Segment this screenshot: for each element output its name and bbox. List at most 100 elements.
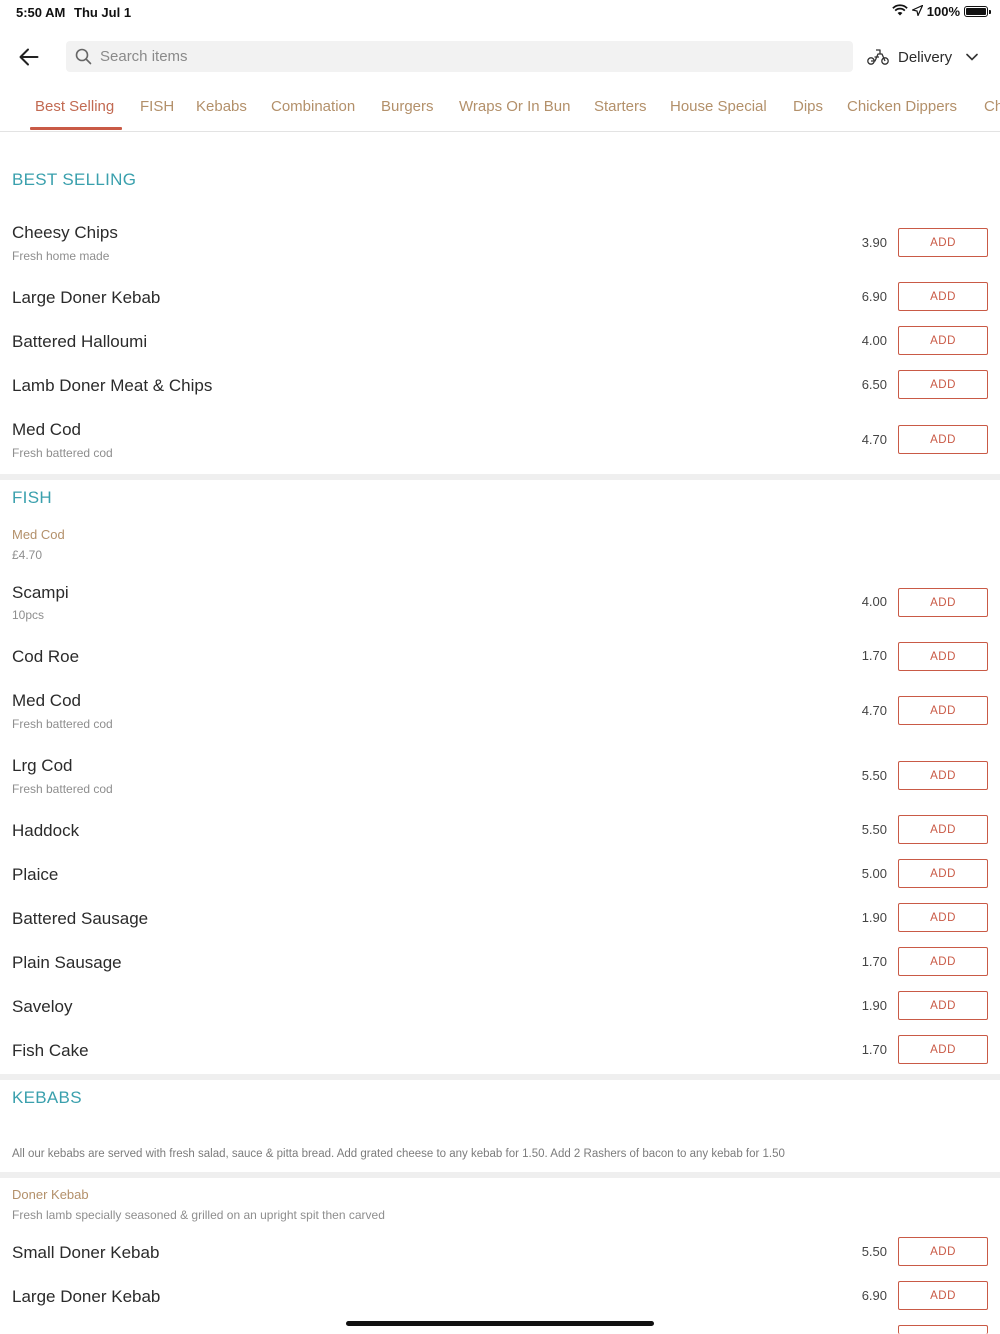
add-button[interactable]: ADD [898,761,988,790]
battery-icon [964,6,991,17]
add-button[interactable]: ADD [898,326,988,355]
section-title-fish: FISH [12,488,52,507]
subcategory-desc: Fresh lamb specially seasoned & grilled … [12,1208,385,1222]
tab-kebabs[interactable]: Kebabs [196,98,247,115]
active-tab-indicator [30,127,122,130]
add-button[interactable]: ADD [898,370,988,399]
item-name: Haddock [12,821,80,840]
back-button[interactable] [14,42,44,72]
section-divider [0,474,1000,480]
battery-percent: 100% [926,4,960,19]
search-input[interactable] [98,47,802,66]
item-name: Fish Cake [12,1041,89,1060]
item-price: 4.70 [861,703,887,718]
item-price: 1.90 [861,910,887,925]
item-price: 1.70 [861,1042,887,1057]
add-button[interactable]: ADD [898,1281,988,1310]
subcategory-title: Doner Kebab [12,1187,89,1202]
tab-burgers[interactable]: Burgers [381,98,434,115]
add-button[interactable]: ADD [898,991,988,1020]
item-name: Large Doner Kebab [12,288,161,307]
item-name: Battered Sausage [12,909,149,928]
section-title-kebabs: KEBABS [12,1088,82,1107]
item-price: 4.70 [861,432,887,447]
delivery-label: Delivery [898,48,953,66]
item-price: 4.00 [861,594,887,609]
item-name: Lrg Cod [12,756,73,775]
tab-starters[interactable]: Starters [594,98,647,115]
wifi-icon [892,4,908,19]
search-icon [75,48,92,65]
status-time: 5:50 AM [16,5,66,20]
item-price: 4.00 [861,333,887,348]
item-desc: Fresh battered cod [12,782,113,796]
item-name: Scampi [12,583,69,602]
featured-item-price: £4.70 [12,548,43,562]
tab-combination[interactable]: Combination [271,98,355,115]
item-desc: 10pcs [12,608,45,622]
item-price: 5.50 [861,822,887,837]
item-name: Large Doner Kebab [12,1287,161,1306]
tab-dips[interactable]: Dips [793,98,823,115]
item-name: Small Doner Kebab [12,1243,160,1262]
add-button[interactable]: ADD [898,1035,988,1064]
add-button[interactable]: ADD [898,1237,988,1266]
add-button[interactable]: ADD [898,228,988,257]
search-bar[interactable] [66,41,853,72]
add-button[interactable]: ADD [898,425,988,454]
section-divider [0,1172,1000,1178]
item-price: 6.50 [861,377,887,392]
tab-partial[interactable]: Ch [984,98,1000,115]
add-button[interactable]: ADD [898,696,988,725]
add-button[interactable]: ADD [898,947,988,976]
add-button[interactable]: ADD [898,588,988,617]
status-bar: 5:50 AM Thu Jul 1 100% [0,0,1000,26]
item-desc: Fresh home made [12,249,110,263]
category-tabs: Best Selling FISH Kebabs Combination Bur… [0,90,1000,132]
tab-house-special[interactable]: House Special [670,98,767,115]
item-name: Med Cod [12,420,81,439]
home-indicator [346,1321,654,1326]
delivery-selector[interactable]: Delivery [866,42,978,72]
add-button[interactable]: ADD [898,282,988,311]
item-price: 6.90 [861,1288,887,1303]
top-bar: Delivery [0,36,1000,76]
item-name: Saveloy [12,997,73,1016]
item-price: 5.50 [861,1244,887,1259]
add-button-partial[interactable] [898,1325,988,1334]
item-price: 5.00 [861,866,887,881]
item-name: Plaice [12,865,59,884]
section-divider [0,1074,1000,1080]
add-button[interactable]: ADD [898,859,988,888]
item-name: Plain Sausage [12,953,122,972]
tab-fish[interactable]: FISH [140,98,174,115]
add-button[interactable]: ADD [898,642,988,671]
item-desc: Fresh battered cod [12,446,113,460]
item-price: 1.70 [861,954,887,969]
section-note: All our kebabs are served with fresh sal… [12,1148,785,1160]
item-price: 6.90 [861,289,887,304]
status-date: Thu Jul 1 [74,5,132,20]
item-price: 1.90 [861,998,887,1013]
featured-item-name[interactable]: Med Cod [12,527,65,542]
tab-chicken-dippers[interactable]: Chicken Dippers [847,98,957,115]
item-price: 3.90 [861,235,887,250]
section-title-best-selling: BEST SELLING [12,170,137,189]
item-name: Battered Halloumi [12,332,148,351]
item-name: Lamb Doner Meat & Chips [12,376,213,395]
tab-wraps-or-in-bun[interactable]: Wraps Or In Bun [459,98,570,115]
add-button[interactable]: ADD [898,903,988,932]
item-desc: Fresh battered cod [12,717,113,731]
item-name: Med Cod [12,691,81,710]
item-name: Cod Roe [12,647,80,666]
chevron-down-icon [966,53,978,61]
status-indicators: 100% [892,4,991,19]
add-button[interactable]: ADD [898,815,988,844]
back-arrow-icon [19,48,39,66]
location-arrow-icon [910,4,924,19]
scooter-icon [867,49,889,65]
tab-best-selling[interactable]: Best Selling [35,98,114,115]
item-price: 5.50 [861,768,887,783]
item-price: 1.70 [861,648,887,663]
item-name: Cheesy Chips [12,223,118,242]
